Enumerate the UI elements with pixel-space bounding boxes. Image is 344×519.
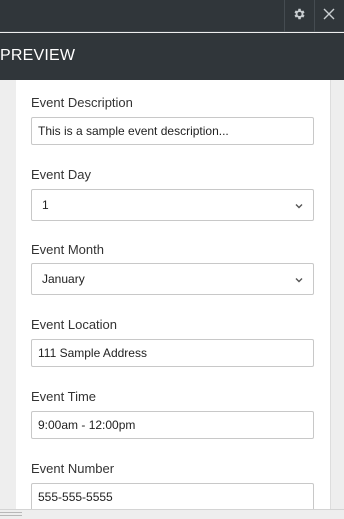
event-location-input[interactable]: 111 Sample Address — [31, 339, 314, 367]
chevron-down-icon — [294, 201, 304, 211]
event-month-label: Event Month — [31, 242, 104, 257]
close-button[interactable] — [314, 0, 343, 32]
bottom-status-bar — [0, 509, 344, 519]
event-number-field: Event Number 555-555-5555 — [31, 461, 314, 509]
event-time-label: Event Time — [31, 389, 97, 404]
event-time-input[interactable]: 9:00am - 12:00pm — [31, 411, 314, 439]
preview-panel: Event Description This is a sample event… — [16, 80, 330, 509]
top-toolbar — [0, 0, 344, 32]
event-day-select[interactable]: 1 — [31, 189, 314, 221]
event-location-value: 111 Sample Address — [38, 346, 147, 360]
gear-icon — [292, 7, 306, 26]
resize-grip-icon[interactable] — [0, 512, 22, 518]
chevron-down-icon — [294, 275, 304, 285]
page-title: PREVIEW — [0, 47, 76, 64]
event-location-label: Event Location — [31, 317, 118, 332]
event-description-input[interactable]: This is a sample event description... — [31, 117, 314, 145]
event-month-field: Event Month January — [31, 242, 314, 295]
left-gutter — [0, 80, 16, 509]
preview-header: PREVIEW — [0, 33, 344, 80]
scrollbar-track[interactable] — [330, 80, 344, 509]
event-description-field: Event Description This is a sample event… — [31, 95, 314, 145]
event-time-field: Event Time 9:00am - 12:00pm — [31, 389, 314, 439]
event-day-label: Event Day — [31, 167, 91, 182]
settings-button[interactable] — [284, 0, 313, 32]
event-month-select[interactable]: January — [31, 263, 314, 295]
event-number-label: Event Number — [31, 461, 115, 476]
event-number-value: 555-555-5555 — [38, 490, 113, 504]
close-icon — [323, 7, 335, 25]
event-number-input[interactable]: 555-555-5555 — [31, 483, 314, 509]
event-time-value: 9:00am - 12:00pm — [38, 418, 136, 432]
event-day-value: 1 — [42, 198, 49, 212]
event-location-field: Event Location 111 Sample Address — [31, 317, 314, 367]
event-day-field: Event Day 1 — [31, 167, 314, 221]
event-description-label: Event Description — [31, 95, 133, 110]
event-description-value: This is a sample event description... — [38, 124, 229, 138]
event-month-value: January — [42, 272, 85, 286]
